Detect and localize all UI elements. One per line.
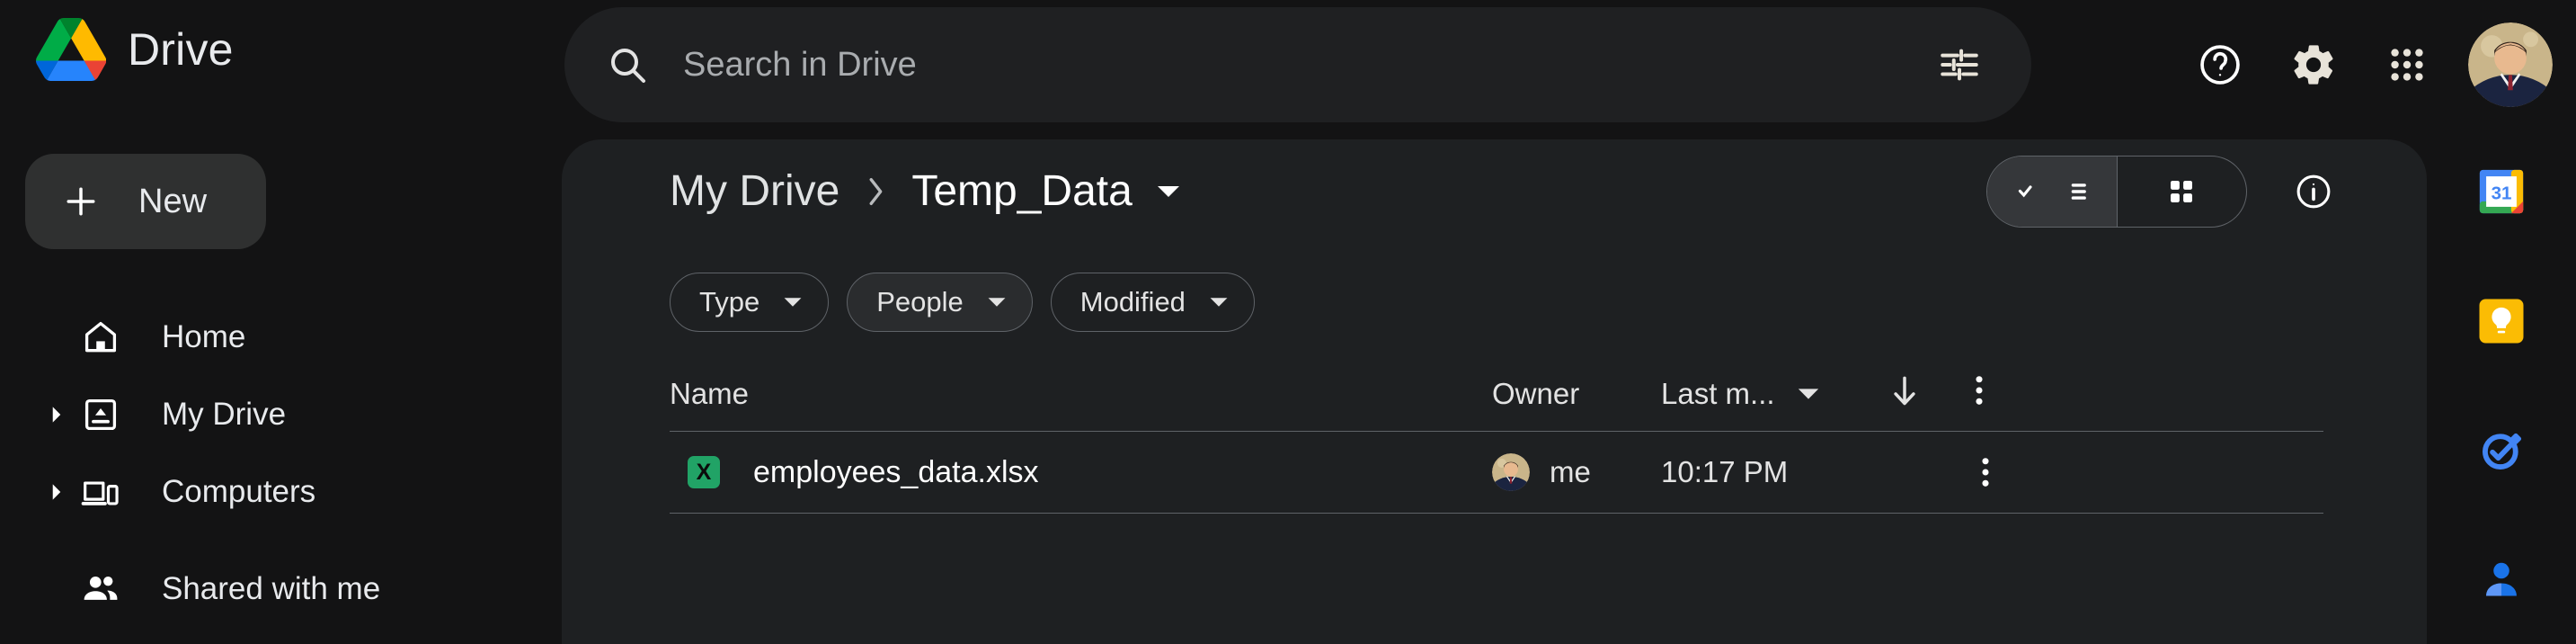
chevron-down-icon — [783, 292, 803, 312]
sidebar-item-shared-with-me[interactable]: Shared with me — [0, 550, 562, 628]
brand[interactable]: Drive — [36, 18, 234, 81]
top-bar-actions — [2179, 7, 2553, 122]
content-panel: My Drive Temp_Data Type People Modified … — [562, 139, 2427, 644]
avatar[interactable] — [2468, 22, 2553, 107]
sidebar-item-label: My Drive — [162, 397, 287, 432]
table-options-button[interactable] — [1959, 370, 2000, 411]
side-app-calendar[interactable]: 31 — [2474, 164, 2529, 219]
filter-chips: Type People Modified — [670, 273, 1255, 332]
brand-name: Drive — [128, 24, 234, 75]
filter-chip-label: Type — [699, 286, 760, 318]
new-button[interactable]: New — [25, 154, 266, 249]
more-vertical-icon — [1976, 376, 1983, 405]
filter-chip-label: People — [876, 286, 964, 318]
grid-view-icon — [2171, 181, 2193, 202]
file-last-modified: 10:17 PM — [1661, 455, 1789, 488]
side-app-rail: 31 — [2427, 130, 2576, 644]
people-icon — [79, 568, 122, 611]
breadcrumb-parent[interactable]: My Drive — [670, 166, 839, 216]
view-toggle — [1986, 156, 2247, 228]
info-circle-icon[interactable] — [2278, 156, 2349, 228]
table-header: Name Owner Last m... — [670, 362, 2323, 431]
calendar-day: 31 — [2492, 183, 2512, 203]
file-name-cell[interactable]: X employees_data.xlsx — [670, 432, 1039, 513]
column-header-last-modified-label: Last m... — [1661, 377, 1775, 410]
side-app-keep[interactable] — [2474, 293, 2529, 349]
home-icon — [79, 316, 122, 359]
search-input[interactable] — [683, 45, 1918, 85]
breadcrumb-current[interactable]: Temp_Data — [911, 166, 1132, 216]
xlsx-file-icon: X — [688, 456, 720, 488]
file-more-cell — [1959, 432, 2012, 513]
file-name: employees_data.xlsx — [753, 454, 1039, 489]
arrow-down-icon — [1894, 376, 1915, 406]
filter-chip-type[interactable]: Type — [670, 273, 830, 332]
search-bar[interactable] — [564, 7, 2031, 122]
chevron-down-icon[interactable] — [1156, 179, 1181, 204]
side-app-contacts[interactable] — [2474, 552, 2529, 608]
sort-direction-button[interactable] — [1885, 371, 1924, 411]
table-row[interactable]: X employees_data.xlsx me 10:17 PM — [670, 432, 2323, 513]
contacts-person-icon — [2486, 562, 2517, 596]
my-drive-icon — [79, 393, 122, 436]
google-drive-window: Drive Search in Drive New Home My Drive … — [0, 0, 2576, 644]
chevron-right-icon[interactable] — [47, 405, 67, 425]
sidebar-item-label: Computers — [162, 474, 316, 509]
left-sidebar: New Home My Drive Computers Shared with … — [0, 130, 562, 644]
chevron-down-icon — [987, 292, 1007, 312]
sidebar-item-computers[interactable]: Computers — [0, 453, 562, 531]
side-app-tasks[interactable] — [2474, 423, 2529, 479]
sidebar-item-home[interactable]: Home — [0, 299, 562, 376]
list-view-button[interactable] — [1987, 157, 2117, 227]
filter-chip-label: Modified — [1079, 286, 1186, 318]
owner-avatar — [1492, 453, 1530, 491]
google-drive-logo-icon — [36, 18, 106, 81]
more-vertical-icon — [1982, 458, 1989, 487]
table-row-divider — [670, 513, 2323, 514]
computers-icon — [79, 470, 122, 514]
top-bar: Drive — [0, 0, 2576, 130]
grid-view-button[interactable] — [2118, 157, 2247, 227]
help-circle-icon[interactable] — [2179, 23, 2261, 106]
plus-icon — [61, 182, 101, 221]
breadcrumb-row: My Drive Temp_Data — [562, 139, 2427, 256]
apps-grid-icon[interactable] — [2366, 23, 2448, 106]
keep-bulb-icon — [2479, 299, 2524, 344]
gear-icon[interactable] — [2272, 23, 2355, 106]
sidebar-item-label: Shared with me — [162, 571, 381, 606]
calendar-icon: 31 — [2479, 169, 2524, 214]
file-owner: me — [1550, 455, 1591, 488]
new-button-label: New — [138, 182, 208, 220]
row-more-actions-button[interactable] — [1959, 445, 2012, 499]
column-header-owner[interactable]: Owner — [1492, 377, 1579, 411]
chevron-right-icon[interactable] — [47, 482, 67, 502]
column-header-last-modified[interactable]: Last m... — [1661, 377, 1820, 411]
filter-chip-people[interactable]: People — [847, 273, 1033, 332]
column-header-name[interactable]: Name — [670, 377, 749, 411]
breadcrumb: My Drive Temp_Data — [670, 166, 1181, 216]
list-check-icon — [2071, 183, 2086, 200]
search-icon[interactable] — [602, 40, 653, 90]
sidebar-item-label: Home — [162, 319, 246, 354]
breadcrumb-separator-icon — [865, 174, 886, 209]
filter-chip-modified[interactable]: Modified — [1050, 273, 1255, 332]
sidebar-item-my-drive[interactable]: My Drive — [0, 376, 562, 453]
file-table: Name Owner Last m... X employees_data.xl… — [670, 362, 2323, 514]
tasks-check-icon — [2483, 433, 2522, 470]
tune-filter-icon[interactable] — [1918, 23, 2001, 106]
sidebar-nav: Home My Drive Computers Shared with me — [0, 299, 562, 628]
file-owner-cell: me — [1492, 432, 1591, 513]
chevron-down-icon — [1209, 292, 1229, 312]
caret-down-icon — [1797, 382, 1820, 406]
